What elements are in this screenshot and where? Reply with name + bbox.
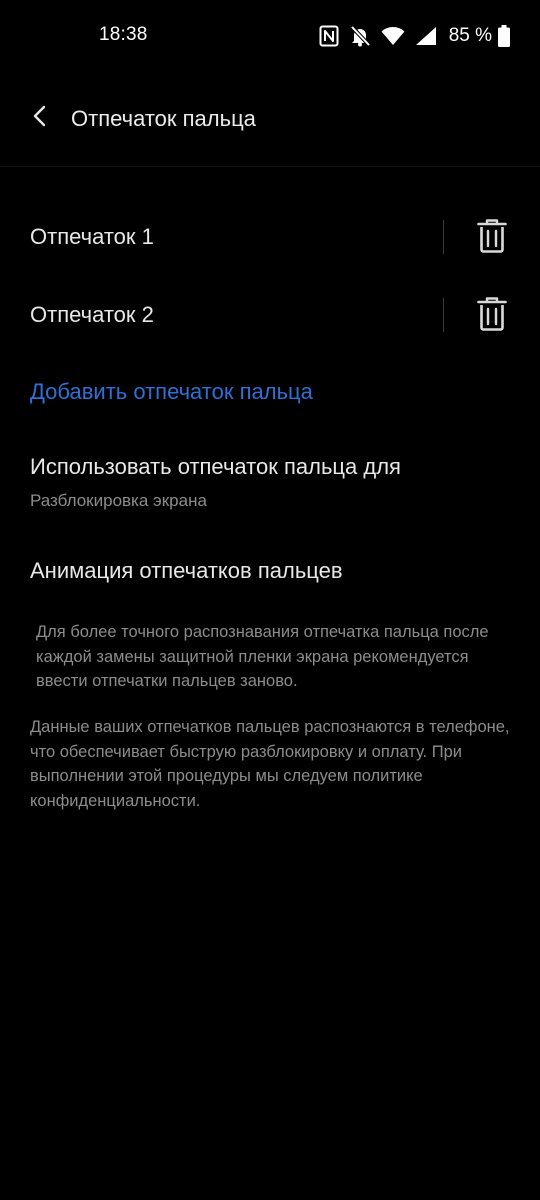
delete-fingerprint-1-button[interactable] [472,218,512,258]
status-time: 18:38 [99,24,148,45]
signal-icon [415,26,437,46]
screen-protector-hint: Для более точного распознавания отпечатк… [36,623,489,690]
trash-icon [477,218,507,258]
status-bar: 18:38 85 % [0,0,540,72]
page-title: Отпечаток пальца [71,106,256,131]
row-divider [443,220,444,254]
battery-icon [498,25,510,47]
delete-fingerprint-2-button[interactable] [472,296,512,336]
status-icons: 85 % [319,22,510,50]
use-fingerprint-for-title: Использовать отпечаток пальца для [30,454,401,479]
use-fingerprint-for-item[interactable]: Использовать отпечаток пальца для Разбло… [0,442,540,526]
add-fingerprint-button[interactable]: Добавить отпечаток пальца [30,379,313,405]
back-button[interactable] [24,102,56,134]
use-fingerprint-for-value: Разблокировка экрана [30,491,207,510]
chevron-left-icon [32,105,48,132]
fingerprint-row-2: Отпечаток 2 [0,276,540,354]
fingerprint-animation-item[interactable]: Анимация отпечатков пальцев [30,558,343,584]
privacy-notice: Данные ваших отпечатков пальцев распозна… [30,718,510,810]
nfc-icon [319,25,339,47]
row-divider [443,298,444,332]
wifi-icon [381,26,405,46]
bell-off-icon [349,25,371,47]
fingerprint-label[interactable]: Отпечаток 1 [30,224,154,250]
battery-percent: 85 % [448,25,492,46]
fingerprint-row-1: Отпечаток 1 [0,198,540,276]
trash-icon [477,296,507,336]
fingerprint-label[interactable]: Отпечаток 2 [30,302,154,328]
app-bar: Отпечаток пальца [0,72,540,167]
